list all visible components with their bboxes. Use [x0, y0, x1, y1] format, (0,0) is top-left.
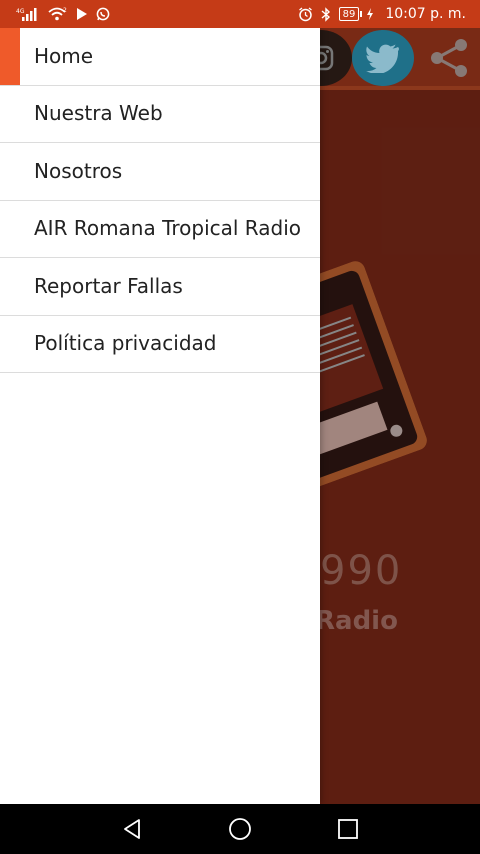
drawer-item-label: Reportar Fallas	[34, 273, 183, 298]
status-time: 10:07 p. m.	[385, 6, 466, 22]
drawer-item-label: Nosotros	[34, 158, 123, 183]
status-left: 4G 2	[16, 7, 110, 21]
drawer-item-air-romana-tropical-radio[interactable]: AIR Romana Tropical Radio	[0, 201, 320, 258]
drawer-item-label: Política privacidad	[34, 331, 217, 356]
system-nav-bar	[0, 804, 480, 854]
drawer-item-home[interactable]: Home	[0, 28, 320, 86]
drawer-scrim[interactable]	[320, 28, 480, 804]
status-bar: 4G 2 89 10:07 p. m.	[0, 0, 480, 28]
bluetooth-icon	[321, 6, 330, 22]
navigation-drawer: Home Nuestra Web Nosotros AIR Romana Tro…	[0, 28, 320, 804]
recents-button[interactable]	[333, 814, 363, 844]
back-icon	[124, 819, 140, 839]
drawer-item-label: Home	[34, 43, 94, 68]
svg-text:4G: 4G	[16, 8, 25, 15]
wifi-icon: 2	[48, 7, 67, 21]
battery-level: 89	[342, 8, 356, 20]
cell-signal-icon: 4G	[16, 8, 37, 21]
back-button[interactable]	[117, 814, 147, 844]
drawer-item-nuestra-web[interactable]: Nuestra Web	[0, 86, 320, 143]
status-right: 89 10:07 p. m.	[298, 6, 466, 22]
drawer-item-nosotros[interactable]: Nosotros	[0, 143, 320, 201]
drawer-item-label: AIR Romana Tropical Radio	[34, 216, 302, 241]
drawer-item-reportar-fallas[interactable]: Reportar Fallas	[0, 258, 320, 316]
home-icon	[229, 818, 251, 840]
svg-text:2: 2	[63, 7, 67, 14]
alarm-icon	[298, 6, 312, 21]
battery-indicator: 89	[338, 7, 363, 21]
charging-icon	[367, 8, 374, 20]
drawer-item-politica-privacidad[interactable]: Política privacidad	[0, 316, 320, 373]
whatsapp-icon	[96, 7, 110, 21]
home-button[interactable]	[225, 814, 255, 844]
drawer-item-label: Nuestra Web	[34, 101, 163, 126]
recents-icon	[338, 819, 358, 839]
play-icon	[77, 8, 87, 20]
active-indicator	[0, 28, 20, 85]
